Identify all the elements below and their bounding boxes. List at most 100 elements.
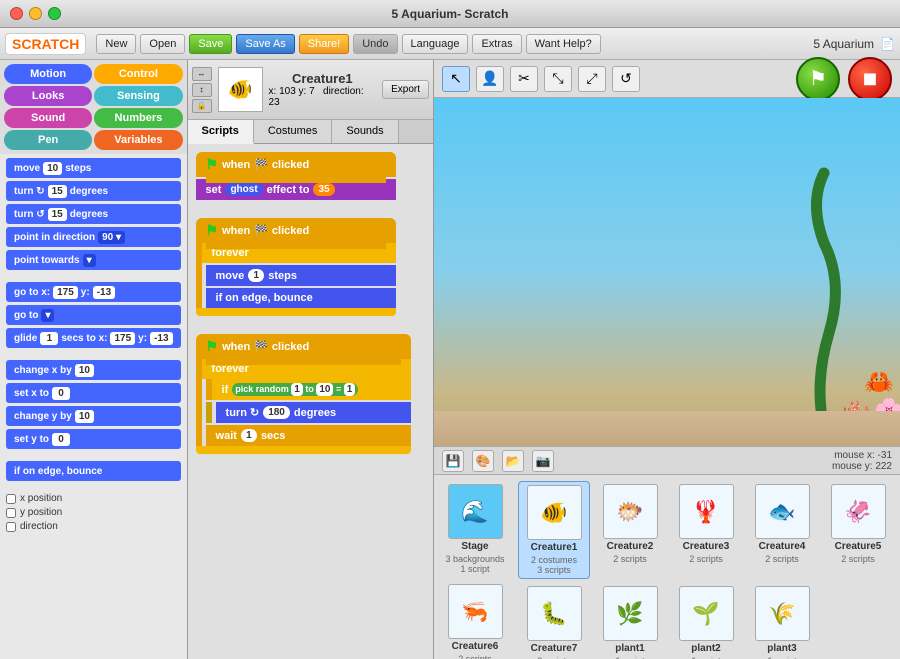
stage-card[interactable]: 🌊 Stage 3 backgrounds1 script (440, 481, 510, 577)
tool-rotate[interactable]: ↺ (612, 66, 640, 92)
creature1-scripts: 2 costumes3 scripts (531, 555, 577, 575)
point-direction-block[interactable]: point in direction 90 ▾ (6, 227, 181, 247)
tool-stamp[interactable]: 👤 (476, 66, 504, 92)
creature3-thumb: 🦞 (679, 484, 734, 539)
direction-checkbox[interactable]: direction (6, 521, 181, 532)
x-position-checkbox[interactable]: x position (6, 493, 181, 504)
undo-button[interactable]: Undo (353, 34, 397, 54)
mouse-x: -31 (878, 450, 892, 461)
aquarium-scene: 🐠 🐟 🐡 🐠 🦐 🪼 🦀 🦞 🌸 🪸 🌿 🪸 (434, 98, 900, 446)
move-1-block[interactable]: move 1 steps (206, 265, 396, 286)
sprite-header: ↔ ↕ 🔒 🐠 Creature1 x: 103 y: 7 direction:… (188, 60, 433, 120)
sprite-card-plant3[interactable]: 🌾 plant3 1 script (746, 583, 818, 659)
sprite-ctrl-3[interactable]: 🔒 (192, 99, 212, 113)
stage-toolbar: ↖ 👤 ✂ ⤡ ⤢ ↺ ⚑ ◼ (434, 60, 900, 98)
tool-arrow[interactable]: ↖ (442, 66, 470, 92)
wait-block[interactable]: wait 1 secs (206, 425, 411, 446)
cat-looks[interactable]: Looks (4, 86, 92, 106)
tool-shrink[interactable]: ⤢ (578, 66, 606, 92)
edge-bounce-block-2[interactable]: if on edge, bounce (206, 288, 396, 308)
point-towards-block[interactable]: point towards ▾ (6, 250, 181, 270)
stage-btn-3[interactable]: 📂 (502, 450, 524, 472)
tool-scissors[interactable]: ✂ (510, 66, 538, 92)
when-flag-hat-2[interactable]: ⚑ when 🏁 clicked (196, 218, 396, 243)
save-button[interactable]: Save (189, 34, 232, 54)
extras-button[interactable]: Extras (472, 34, 521, 54)
green-flag-button[interactable]: ⚑ (796, 57, 840, 101)
stage-btn-1[interactable]: 💾 (442, 450, 464, 472)
turn-ccw-block[interactable]: turn ↺ 15 degrees (6, 204, 181, 224)
sand-bottom (434, 411, 900, 446)
end-cap-2 (196, 308, 396, 316)
share-button[interactable]: Share! (299, 34, 349, 54)
sprite-card-plant2[interactable]: 🌱 plant2 1 script (670, 583, 742, 659)
saveas-button[interactable]: Save As (236, 34, 294, 54)
sprite-info: Creature1 x: 103 y: 7 direction: 23 (269, 71, 377, 108)
stop-button[interactable]: ◼ (848, 57, 892, 101)
set-y-block[interactable]: set y to 0 (6, 429, 181, 449)
goto-block[interactable]: go to ▾ (6, 305, 181, 325)
cat-sound[interactable]: Sound (4, 108, 92, 128)
cat-numbers[interactable]: Numbers (94, 108, 182, 128)
cat-pen[interactable]: Pen (4, 130, 92, 150)
sprite-ctrl-2[interactable]: ↕ (192, 83, 212, 97)
maximize-button[interactable] (48, 7, 61, 20)
sprite-card-creature7[interactable]: 🐛 Creature7 2 scripts (518, 583, 590, 659)
sprite-card-creature3[interactable]: 🦞 Creature3 2 scripts (670, 481, 742, 579)
language-button[interactable]: Language (402, 34, 469, 54)
window-buttons (10, 7, 61, 20)
plant1-name: plant1 (615, 643, 644, 654)
cat-sensing[interactable]: Sensing (94, 86, 182, 106)
stage-bottom: 💾 🎨 📂 📷 mouse x: -31 mouse y: 222 (434, 446, 900, 474)
sprite-card-creature1[interactable]: 🐠 Creature1 2 costumes3 scripts (518, 481, 590, 579)
when-flag-hat-3[interactable]: ⚑ when 🏁 clicked (196, 334, 411, 359)
creature5-name: Creature5 (835, 541, 882, 552)
turn-180-block[interactable]: turn ↻ 180 degrees (216, 402, 411, 423)
cat-variables[interactable]: Variables (94, 130, 182, 150)
move-block[interactable]: move 10 steps (6, 158, 181, 178)
sprite-thumbnail: 🐠 (218, 67, 263, 112)
turn-cw-block[interactable]: turn ↻ 15 degrees (6, 181, 181, 201)
sprite-card-creature4[interactable]: 🐟 Creature4 2 scripts (746, 481, 818, 579)
edge-bounce-block[interactable]: if on edge, bounce (6, 461, 181, 481)
sprite-ctrl-1[interactable]: ↔ (192, 67, 212, 81)
open-button[interactable]: Open (140, 34, 185, 54)
minimize-button[interactable] (29, 7, 42, 20)
export-button[interactable]: Export (382, 80, 429, 99)
creature5-thumb: 🦑 (831, 484, 886, 539)
tool-expand[interactable]: ⤡ (544, 66, 572, 92)
sprite-card-creature6[interactable]: 🦐 Creature6 2 scripts (440, 581, 510, 659)
creature6-name: Creature6 (452, 641, 499, 652)
sprite-card-plant1[interactable]: 🌿 plant1 1 script (594, 583, 666, 659)
y-position-checkbox[interactable]: y position (6, 507, 181, 518)
stage-btn-2[interactable]: 🎨 (472, 450, 494, 472)
stage-btn-4[interactable]: 📷 (532, 450, 554, 472)
help-button[interactable]: Want Help? (526, 34, 601, 54)
glide-block[interactable]: glide 1 secs to x: 175 y: -13 (6, 328, 181, 348)
change-y-block[interactable]: change y by 10 (6, 406, 181, 426)
stage-area[interactable]: 🐠 🐟 🐡 🐠 🦐 🪼 🦀 🦞 🌸 🪸 🌿 🪸 (434, 98, 900, 446)
sprite-card-creature2[interactable]: 🐡 Creature2 2 scripts (594, 481, 666, 579)
stage-panel: ↖ 👤 ✂ ⤡ ⤢ ↺ ⚑ ◼ (434, 60, 900, 659)
creature4-thumb: 🐟 (755, 484, 810, 539)
sprite-card-creature5[interactable]: 🦑 Creature5 2 scripts (822, 481, 894, 579)
close-button[interactable] (10, 7, 23, 20)
cat-motion[interactable]: Motion (4, 64, 92, 84)
plant1-thumb: 🌿 (603, 586, 658, 641)
scripts-panel: ↔ ↕ 🔒 🐠 Creature1 x: 103 y: 7 direction:… (188, 60, 434, 659)
crab: 🦀 (864, 368, 894, 397)
project-name-area: 5 Aquarium 📄 (813, 37, 895, 51)
tab-sounds[interactable]: Sounds (332, 120, 398, 143)
if-block[interactable]: if pick random 1 to 10 = 1 (206, 379, 411, 400)
sprite-name: Creature1 (269, 71, 377, 86)
change-x-block[interactable]: change x by 10 (6, 360, 181, 380)
when-flag-hat-1[interactable]: ⚑ when 🏁 clicked (196, 152, 396, 177)
set-x-block[interactable]: set x to 0 (6, 383, 181, 403)
plant3-thumb: 🌾 (755, 586, 810, 641)
plant3-name: plant3 (767, 643, 796, 654)
cat-control[interactable]: Control (94, 64, 182, 84)
tab-costumes[interactable]: Costumes (254, 120, 333, 143)
tab-scripts[interactable]: Scripts (188, 120, 254, 144)
new-button[interactable]: New (96, 34, 136, 54)
goto-xy-block[interactable]: go to x: 175 y: -13 (6, 282, 181, 302)
